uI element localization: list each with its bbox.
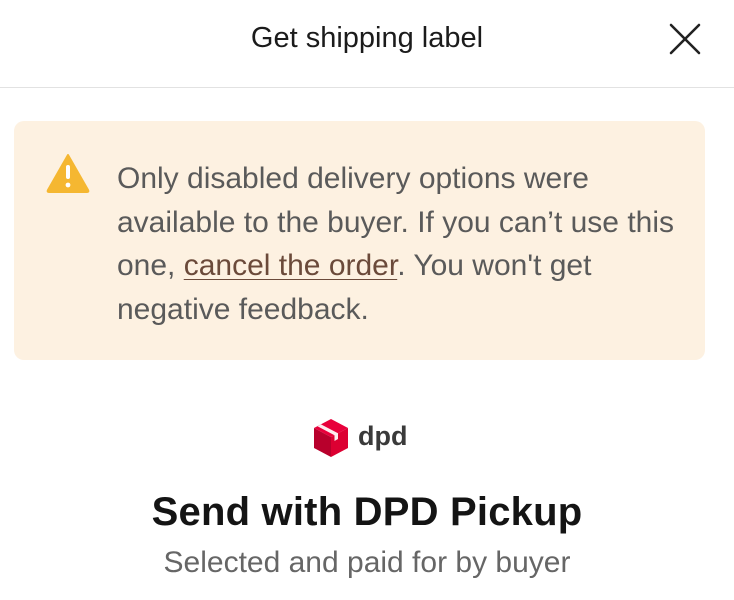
dialog-title: Get shipping label <box>250 22 484 54</box>
close-icon <box>669 23 701 55</box>
warning-notice: Only disabled delivery options were avai… <box>14 121 705 360</box>
dpd-cube-icon <box>314 419 348 457</box>
cancel-order-link[interactable]: cancel the order <box>184 249 397 282</box>
shipping-label-dialog: Get shipping label Only disabled deliver… <box>0 0 734 600</box>
close-button[interactable] <box>668 22 702 56</box>
carrier-logo: dpd <box>313 418 407 458</box>
notice-message: Only disabled delivery options were avai… <box>117 157 677 331</box>
carrier-name: dpd <box>358 420 408 451</box>
shipping-method-subtitle: Selected and paid for by buyer <box>163 546 571 579</box>
dialog-header: Get shipping label <box>0 0 734 88</box>
shipping-method-title: Send with DPD Pickup <box>151 490 583 534</box>
warning-icon <box>46 154 90 193</box>
